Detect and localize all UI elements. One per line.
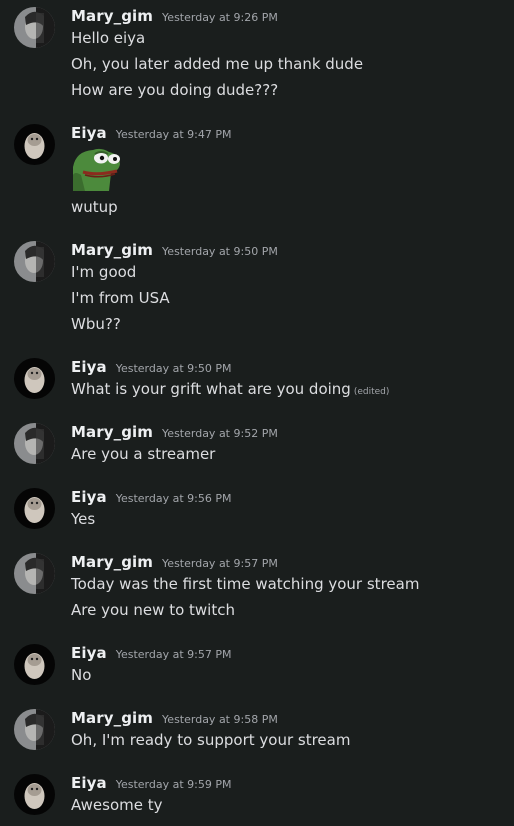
timestamp: Yesterday at 9:56 PM xyxy=(115,492,232,505)
avatar[interactable] xyxy=(14,774,55,815)
username[interactable]: Mary_gim xyxy=(71,241,153,259)
username[interactable]: Eiya xyxy=(71,124,107,142)
avatar[interactable] xyxy=(14,709,55,750)
message-text: Are you new to twitch xyxy=(71,601,235,619)
username[interactable]: Eiya xyxy=(71,774,107,792)
timestamp: Yesterday at 9:57 PM xyxy=(115,648,232,661)
avatar[interactable] xyxy=(14,124,55,165)
avatar[interactable] xyxy=(14,553,55,594)
timestamp: Yesterday at 9:26 PM xyxy=(162,11,278,24)
timestamp: Yesterday at 9:57 PM xyxy=(162,557,278,570)
message-text: How are you doing dude??? xyxy=(71,81,279,99)
avatar[interactable] xyxy=(14,644,55,685)
pepe-emoji-icon[interactable] xyxy=(71,145,121,191)
edited-label: (edited) xyxy=(353,387,390,397)
username[interactable]: Eiya xyxy=(71,358,107,376)
message-text-content: What is your grift what are you doing xyxy=(71,380,351,398)
timestamp: Yesterday at 9:50 PM xyxy=(115,362,232,375)
username[interactable]: Eiya xyxy=(71,644,107,662)
username[interactable]: Mary_gim xyxy=(71,7,153,25)
message-text: Oh, you later added me up thank dude xyxy=(71,55,364,73)
timestamp: Yesterday at 9:59 PM xyxy=(115,778,232,791)
username[interactable]: Mary_gim xyxy=(71,553,153,571)
message-text: I'm from USA xyxy=(71,289,170,307)
username[interactable]: Mary_gim xyxy=(71,709,153,727)
timestamp: Yesterday at 9:52 PM xyxy=(162,427,278,440)
avatar[interactable] xyxy=(14,7,55,48)
message-text: Oh, I'm ready to support your stream xyxy=(71,731,351,749)
message-text: Wbu?? xyxy=(71,315,121,333)
message-text: Hello eiya xyxy=(71,29,146,47)
message-text: wutup xyxy=(71,198,118,216)
message-text: What is your grift what are you doing (ed… xyxy=(71,380,389,398)
message-text: No xyxy=(71,666,92,684)
message-text: Awesome ty xyxy=(71,796,163,814)
username[interactable]: Mary_gim xyxy=(71,423,153,441)
avatar[interactable] xyxy=(14,358,55,399)
username[interactable]: Eiya xyxy=(71,488,107,506)
avatar[interactable] xyxy=(14,488,55,529)
message-text: Yes xyxy=(71,510,96,528)
avatar[interactable] xyxy=(14,241,55,282)
message-text: Are you a streamer xyxy=(71,445,216,463)
timestamp: Yesterday at 9:50 PM xyxy=(162,245,278,258)
timestamp: Yesterday at 9:47 PM xyxy=(115,128,232,141)
message-text: I'm good xyxy=(71,263,137,281)
message-text: Today was the first time watching your s… xyxy=(71,575,420,593)
avatar[interactable] xyxy=(14,423,55,464)
timestamp: Yesterday at 9:58 PM xyxy=(162,713,278,726)
